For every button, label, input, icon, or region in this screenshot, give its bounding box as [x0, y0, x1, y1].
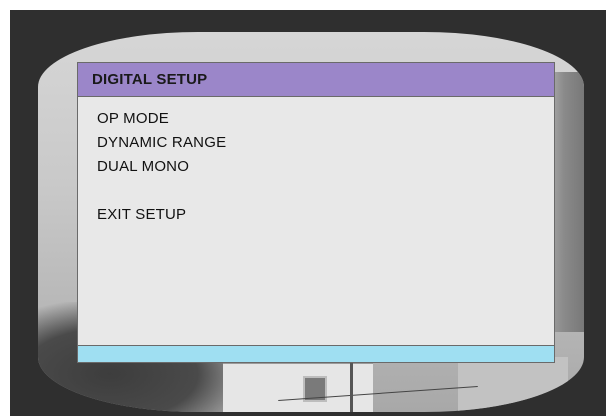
menu-status-bar — [78, 345, 554, 362]
digital-setup-menu: DIGITAL SETUP OP MODE DYNAMIC RANGE DUAL… — [77, 62, 555, 363]
background-pole — [350, 359, 353, 412]
menu-item-exit-setup[interactable]: EXIT SETUP — [97, 203, 554, 227]
menu-item-op-mode[interactable]: OP MODE — [97, 107, 554, 131]
menu-title: DIGITAL SETUP — [78, 63, 554, 97]
menu-item-dynamic-range[interactable]: DYNAMIC RANGE — [97, 131, 554, 155]
background-building — [458, 357, 568, 412]
tv-frame: DIGITAL SETUP OP MODE DYNAMIC RANGE DUAL… — [10, 10, 606, 416]
menu-item-dual-mono[interactable]: DUAL MONO — [97, 155, 554, 179]
menu-spacer — [97, 179, 554, 203]
menu-body: OP MODE DYNAMIC RANGE DUAL MONO EXIT SET… — [78, 97, 554, 227]
